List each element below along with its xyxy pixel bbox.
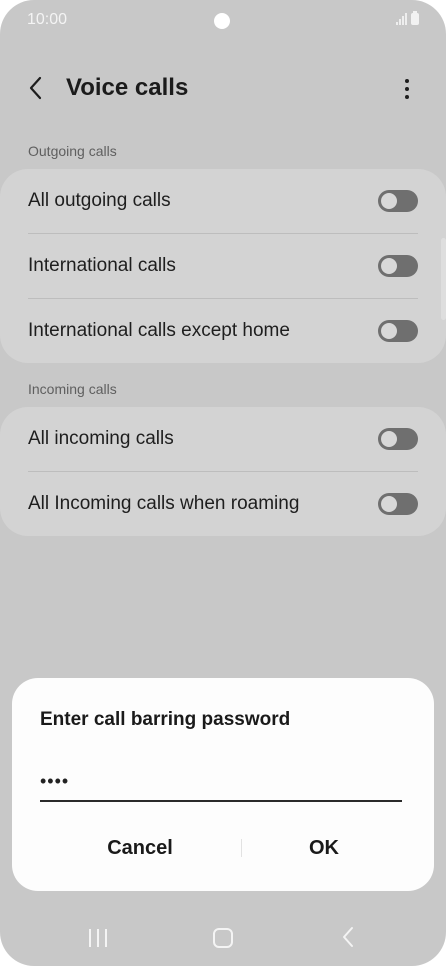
- recents-button[interactable]: [89, 929, 107, 947]
- toggle-switch[interactable]: [378, 255, 418, 277]
- back-arrow-icon: [29, 76, 42, 100]
- list-item-all-incoming[interactable]: All incoming calls: [0, 407, 446, 472]
- camera-cutout: [214, 13, 230, 29]
- ok-button[interactable]: OK: [234, 828, 414, 868]
- nav-back-button[interactable]: [340, 926, 356, 948]
- app-bar: Voice calls: [0, 62, 446, 116]
- password-dialog: Enter call barring password Cancel OK: [12, 678, 434, 891]
- incoming-calls-card: All incoming calls All Incoming calls wh…: [0, 407, 446, 536]
- list-item-incoming-roaming[interactable]: All Incoming calls when roaming: [0, 472, 446, 537]
- section-label-outgoing: Outgoing calls: [28, 143, 117, 159]
- list-item-international-except-home[interactable]: International calls except home: [0, 299, 446, 364]
- list-item-label: All incoming calls: [28, 428, 174, 449]
- recents-icon: [89, 929, 91, 947]
- switch-knob: [381, 193, 397, 209]
- list-item-label: All outgoing calls: [28, 190, 171, 211]
- section-label-incoming: Incoming calls: [28, 381, 117, 397]
- signal-icon: [396, 13, 407, 25]
- nav-back-icon: [343, 927, 353, 947]
- page-title: Voice calls: [66, 74, 189, 101]
- toggle-switch[interactable]: [378, 493, 418, 515]
- switch-knob: [381, 496, 397, 512]
- toggle-switch[interactable]: [378, 428, 418, 450]
- password-input[interactable]: [40, 762, 402, 802]
- toggle-switch[interactable]: [378, 190, 418, 212]
- list-item-label: International calls except home: [28, 320, 290, 341]
- status-icons: [396, 11, 419, 25]
- navigation-bar: [0, 910, 446, 966]
- list-item-label: All Incoming calls when roaming: [28, 493, 300, 514]
- battery-icon: [411, 11, 419, 25]
- toggle-switch[interactable]: [378, 320, 418, 342]
- scrollbar[interactable]: [441, 238, 446, 320]
- cancel-button[interactable]: Cancel: [50, 828, 230, 868]
- switch-knob: [381, 258, 397, 274]
- home-button[interactable]: [213, 928, 233, 948]
- status-time: 10:00: [27, 11, 68, 28]
- more-options-button[interactable]: [392, 72, 422, 106]
- more-vertical-icon: [405, 79, 409, 83]
- status-bar: 10:00: [0, 0, 446, 42]
- phone-screen: 10:00 Voice calls Outgoing calls All out…: [0, 0, 446, 966]
- dialog-title: Enter call barring password: [40, 709, 291, 730]
- outgoing-calls-card: All outgoing calls International calls I…: [0, 169, 446, 363]
- list-item-all-outgoing[interactable]: All outgoing calls: [0, 169, 446, 234]
- list-item-international[interactable]: International calls: [0, 234, 446, 299]
- list-item-label: International calls: [28, 255, 176, 276]
- switch-knob: [381, 431, 397, 447]
- switch-knob: [381, 323, 397, 339]
- back-button[interactable]: [18, 70, 54, 106]
